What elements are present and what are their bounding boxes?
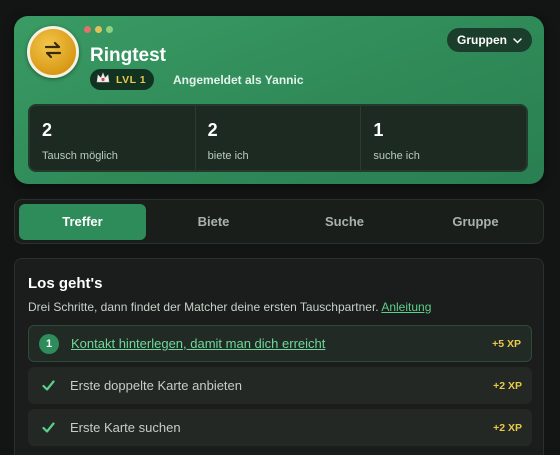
step-label: Erste Karte suchen [70, 420, 181, 435]
step-offer-card: Erste doppelte Karte anbieten +2 XP [28, 367, 532, 404]
window-controls [84, 26, 113, 33]
minimize-dot[interactable] [95, 26, 102, 33]
step-label: Erste doppelte Karte anbieten [70, 378, 243, 393]
stat-label: Tausch möglich [42, 150, 118, 162]
step-search-card: Erste Karte suchen +2 XP [28, 409, 532, 446]
groups-dropdown-button[interactable]: Gruppen [447, 28, 532, 52]
xp-reward: +5 XP [492, 337, 521, 350]
zoom-dot[interactable] [106, 26, 113, 33]
stat-value: 2 [207, 120, 218, 140]
tab-group[interactable]: Gruppe [412, 204, 539, 240]
signed-in-text: Angemeldet als Yannic [173, 73, 304, 87]
onboarding-subtitle: Drei Schritte, dann findet der Matcher d… [28, 300, 431, 314]
tab-bar: Treffer Biete Suche Gruppe [14, 199, 544, 244]
stat-value: 2 [42, 120, 53, 140]
close-dot[interactable] [84, 26, 91, 33]
check-icon [38, 376, 58, 396]
check-icon [38, 418, 58, 438]
level-badge: LVL 1 [90, 69, 155, 90]
onboarding-panel: Los geht's Drei Schritte, dann findet de… [14, 258, 544, 455]
crown-icon [96, 71, 110, 89]
onboarding-steps: 1 Kontakt hinterlegen, damit man dich er… [28, 325, 532, 451]
step-number: 1 [39, 333, 59, 354]
stat-label: suche ich [373, 150, 420, 162]
xp-reward: +2 XP [493, 421, 522, 434]
chevron-down-icon [513, 33, 522, 47]
stat-offering: 2 biete ich [196, 106, 362, 170]
level-label: LVL 1 [116, 73, 147, 86]
stat-value: 1 [373, 120, 384, 140]
onboarding-title: Los geht's [28, 275, 103, 292]
guide-link[interactable]: Anleitung [381, 300, 431, 314]
stats-row: 2 Tausch möglich 2 biete ich 1 suche ich [28, 104, 528, 172]
step-marker: 1 [39, 333, 59, 354]
group-header-card: Ringtest LVL 1 Angemeldet als Yannic Gru… [14, 16, 544, 184]
tab-offer[interactable]: Biete [150, 204, 277, 240]
step-label[interactable]: Kontakt hinterlegen, damit man dich erre… [71, 336, 325, 351]
groups-button-label: Gruppen [457, 33, 507, 47]
xp-reward: +2 XP [493, 379, 522, 392]
stat-swaps-possible: 2 Tausch möglich [30, 106, 196, 170]
tab-matches[interactable]: Treffer [19, 203, 146, 240]
stat-searching: 1 suche ich [361, 106, 526, 170]
onboarding-subtitle-text: Drei Schritte, dann findet der Matcher d… [28, 300, 379, 314]
stat-label: biete ich [207, 150, 249, 162]
tab-search[interactable]: Suche [281, 204, 408, 240]
app-logo [27, 26, 79, 78]
swap-arrows-icon [42, 39, 64, 66]
group-title: Ringtest [90, 45, 166, 66]
step-add-contact[interactable]: 1 Kontakt hinterlegen, damit man dich er… [28, 325, 532, 362]
